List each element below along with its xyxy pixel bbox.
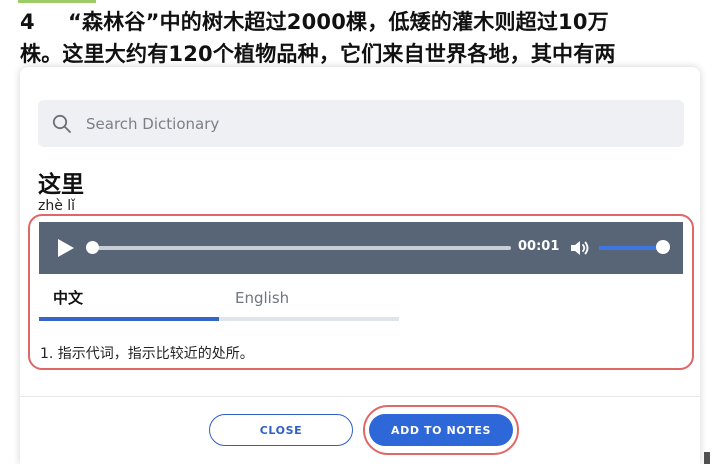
definition-text: 1. 指示代词，指示比较近的处所。	[40, 346, 254, 362]
search-bar[interactable]	[38, 100, 684, 147]
volume-fill	[599, 246, 663, 250]
search-input[interactable]	[84, 113, 648, 134]
tab-chinese[interactable]: 中文	[39, 275, 219, 321]
footer-divider	[20, 396, 700, 397]
close-button[interactable]: CLOSE	[209, 414, 353, 446]
dictionary-modal: 这里 zhè lǐ 00:01 中文 English 1. 指示代词，指示比较近…	[20, 67, 700, 464]
tab-english[interactable]: English	[219, 275, 399, 321]
volume-icon[interactable]	[569, 238, 591, 258]
background-highlight	[18, 0, 96, 3]
background-text-line-1: 4 “森林谷”中的树木超过2000棵，低矮的灌木则超过10万	[20, 6, 609, 36]
paragraph-number: 4	[20, 10, 35, 34]
playback-time: 00:01	[518, 239, 560, 254]
entry-pinyin: zhè lǐ	[38, 198, 76, 214]
volume-track[interactable]	[599, 246, 663, 250]
progress-track[interactable]	[93, 246, 511, 250]
language-tabs: 中文 English	[39, 275, 399, 321]
progress-thumb[interactable]	[86, 241, 99, 254]
add-to-notes-button[interactable]: ADD TO NOTES	[369, 414, 513, 446]
audio-player: 00:01	[39, 222, 683, 274]
volume-thumb[interactable]	[656, 240, 670, 254]
background-text-line-2: 株。这里大约有120个植物品种，它们来自世界各地，其中有两	[20, 42, 616, 66]
play-icon[interactable]	[57, 238, 75, 258]
background-line-1-text: “森林谷”中的树木超过2000棵，低矮的灌木则超过10万	[68, 10, 609, 34]
entry-word: 这里	[38, 172, 84, 198]
search-icon	[52, 114, 71, 133]
